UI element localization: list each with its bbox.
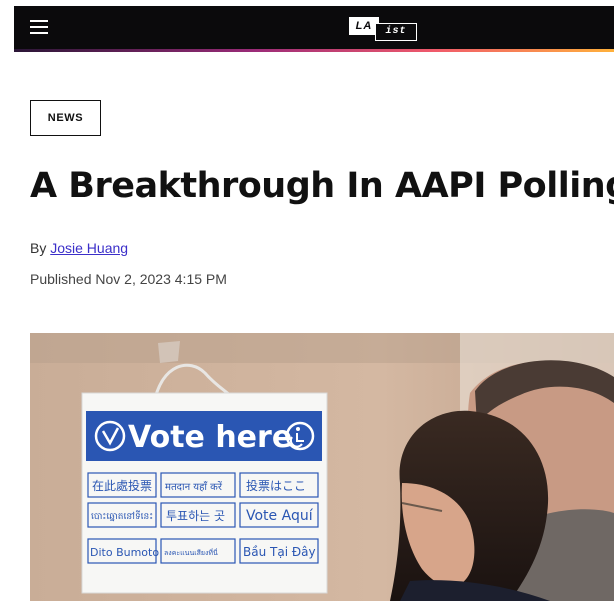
- sign-lang-thai: ลงคะแนนเสียงที่นี่: [164, 548, 218, 557]
- category-tag[interactable]: NEWS: [30, 100, 101, 136]
- vote-here-sign: Vote here 在此處投票 मतदान यहाँ करें 投票はここ បោ…: [81, 392, 328, 594]
- sign-lang-hindi: मतदान यहाँ करें: [165, 481, 223, 493]
- article-hero-image[interactable]: Vote here 在此處投票 मतदान यहाँ करें 投票はここ បោ…: [30, 333, 614, 601]
- sign-title: Vote here: [128, 420, 292, 455]
- site-header: LA ist: [14, 6, 614, 52]
- sign-lang-tagalog: Dito Bumoto: [90, 546, 159, 559]
- sign-lang-spanish: Vote Aquí: [246, 508, 314, 524]
- published-date: Published Nov 2, 2023 4:15 PM: [30, 271, 227, 287]
- sign-lang-japanese: 投票はここ: [246, 478, 306, 493]
- logo-ist: ist: [375, 23, 417, 41]
- woman-figure: [390, 410, 550, 601]
- article-page: LA ist NEWS A Breakthrough In AAPI Polli…: [0, 0, 614, 601]
- sign-lang-khmer: បោះឆ្នោតនៅទីនេះ: [91, 510, 153, 522]
- byline: By Josie Huang: [30, 240, 128, 256]
- byline-prefix: By: [30, 240, 47, 256]
- header-gradient-bar: [14, 49, 614, 52]
- author-link[interactable]: Josie Huang: [50, 240, 128, 256]
- article-headline: A Breakthrough In AAPI Polling: [30, 166, 614, 206]
- laist-logo[interactable]: LA ist: [349, 17, 417, 41]
- sign-lang-vietnamese: Bầu Tại Đây: [243, 545, 316, 559]
- hamburger-menu-icon[interactable]: [30, 18, 48, 34]
- sign-lang-korean: 투표하는 곳: [166, 509, 225, 523]
- sign-lang-chinese: 在此處投票: [92, 478, 152, 493]
